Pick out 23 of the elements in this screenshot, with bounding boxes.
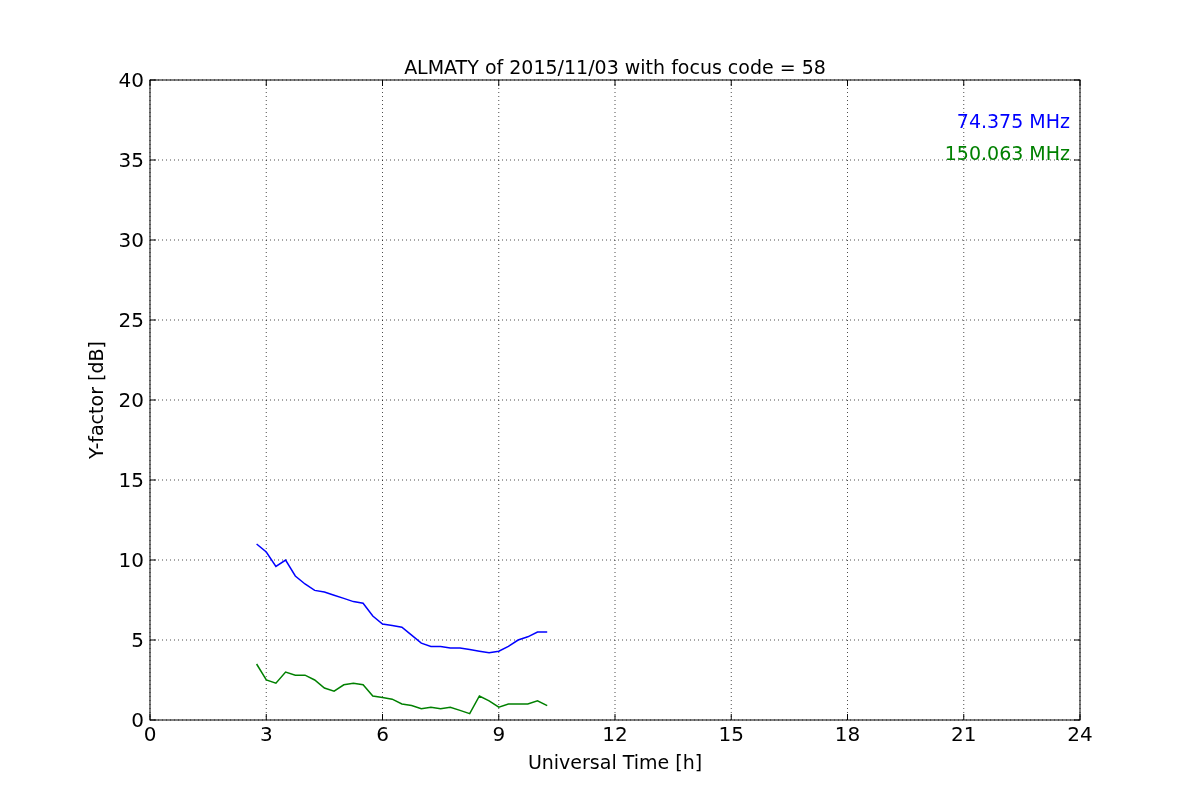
x-tick-label: 9 — [492, 722, 506, 746]
x-tick-label: 24 — [1067, 722, 1093, 746]
y-tick-label: 35 — [118, 148, 144, 172]
y-tick-label: 40 — [118, 68, 144, 92]
x-tick-label: 0 — [143, 722, 157, 746]
y-tick-label: 10 — [118, 548, 144, 572]
y-axis-label: Y-factor [dB] — [85, 341, 107, 459]
x-tick-label: 12 — [602, 722, 628, 746]
x-tick-label: 6 — [376, 722, 389, 746]
x-axis-label: Universal Time [h] — [527, 751, 703, 773]
x-tick-label: 18 — [834, 722, 861, 746]
y-tick-label: 20 — [118, 388, 144, 412]
x-tick-label: 3 — [259, 722, 273, 746]
y-tick-label: 30 — [118, 228, 144, 252]
y-tick-label: 25 — [118, 308, 144, 332]
chart-title: ALMATY of 2015/11/03 with focus code = 58 — [404, 56, 826, 78]
x-tick-label: 21 — [951, 722, 977, 746]
x-tick-label: 15 — [718, 722, 744, 746]
y-tick-label: 0 — [131, 708, 144, 732]
legend-label: 74.375 MHz — [956, 110, 1070, 132]
y-tick-label: 15 — [118, 468, 144, 492]
y-tick-label: 5 — [131, 628, 144, 652]
legend-label: 150.063 MHz — [944, 142, 1070, 164]
